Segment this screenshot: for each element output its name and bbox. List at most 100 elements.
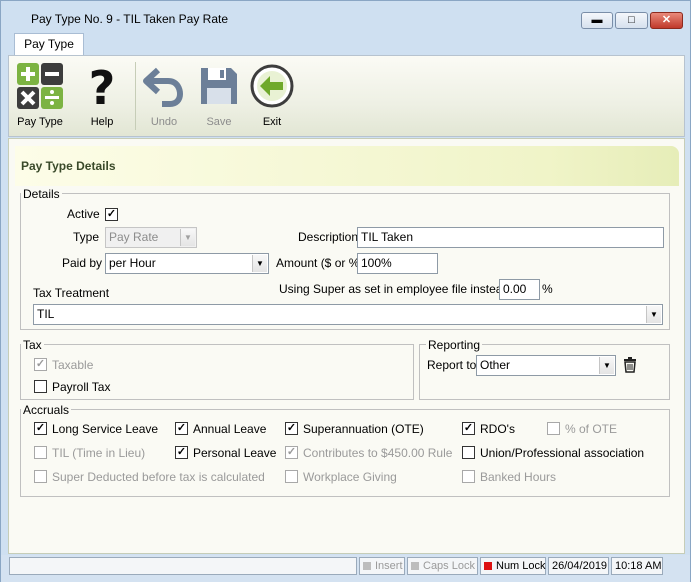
chevron-down-icon: ▼ [180,229,195,246]
maximize-icon: □ [628,14,635,26]
paid-by-value: per Hour [109,256,156,270]
num-lock-label: Num Lock [496,560,546,572]
accrual-checkbox[interactable] [34,446,47,459]
help-button[interactable]: ? Help [72,60,132,134]
accrual-checkbox[interactable]: ✓ [175,422,188,435]
caps-led-icon [411,562,419,570]
payroll-tax-checkbox[interactable] [34,380,47,393]
status-bar: Insert Caps Lock Num Lock 26/04/2019 10:… [1,555,690,582]
paid-by-select[interactable]: per Hour ▼ [105,253,269,274]
undo-button-label: Undo [150,116,178,128]
status-date: 26/04/2019 [548,557,609,575]
taxable-checkbox[interactable]: ✓ [34,358,47,371]
chevron-down-icon: ▼ [252,255,267,272]
tax-treatment-value: TIL [37,307,55,321]
chevron-down-icon: ▼ [646,306,661,323]
insert-label: Insert [375,560,403,572]
num-lock-indicator: Num Lock [480,557,546,575]
undo-button[interactable]: Undo [134,60,194,134]
accrual-label: Banked Hours [480,470,557,484]
accrual-label: Personal Leave [193,446,277,460]
chevron-down-icon: ▼ [599,357,614,374]
pay-type-window: Pay Type No. 9 - TIL Taken Pay Rate ▬ □ … [0,0,691,582]
type-label: Type [73,230,100,244]
super-percent-field[interactable]: 0.00 [499,279,540,300]
ribbon-tabs: Pay Type [8,33,685,56]
accrual-label: Workplace Giving [303,470,397,484]
pay-type-button[interactable]: Pay Type [10,60,70,134]
accruals-legend: Accruals [21,403,72,417]
insert-led-icon [363,562,371,570]
amount-label: Amount ($ or %) [276,256,364,270]
accrual-checkbox[interactable]: ✓ [175,446,188,459]
tax-treatment-label: Tax Treatment [33,286,110,300]
accrual-checkbox[interactable]: ✓ [285,422,298,435]
accrual-checkbox[interactable]: ✓ [462,422,475,435]
accrual-checkbox[interactable]: ✓ [285,446,298,459]
active-checkbox[interactable]: ✓ [105,208,118,221]
close-button[interactable]: ✕ [650,12,683,29]
maximize-button[interactable]: □ [615,12,648,29]
details-legend: Details [21,187,62,201]
question-icon: ? [89,62,116,110]
insert-indicator: Insert [359,557,405,575]
accrual-label: Super Deducted before tax is calculated [52,470,265,484]
accruals-group: Accruals ✓ Long Service Leave ✓ Annual Leav… [20,403,670,497]
minimize-icon: ▬ [591,14,603,26]
save-button-label: Save [206,116,232,128]
description-label: Description [298,230,359,244]
accrual-label: Annual Leave [193,422,267,436]
minimize-button[interactable]: ▬ [581,12,613,29]
svg-text:?: ? [89,62,116,110]
accrual-label: Long Service Leave [52,422,159,436]
num-led-icon [484,562,492,570]
tax-treatment-select[interactable]: TIL ▼ [33,304,663,325]
accrual-checkbox[interactable] [285,470,298,483]
super-label: Using Super as set in employee file inst… [279,282,523,296]
calculator-icon [17,63,63,109]
active-label: Active [67,207,100,221]
save-button[interactable]: Save [189,60,249,134]
save-icon [201,68,237,104]
ribbon-toolbar: Pay Type ? Help Undo Save Exit [8,55,685,137]
trash-icon[interactable] [623,357,637,373]
reporting-legend: Reporting [426,338,483,352]
accrual-label: TIL (Time in Lieu) [52,446,146,460]
help-button-label: Help [90,116,114,128]
type-value: Pay Rate [109,230,159,244]
description-field[interactable]: TIL Taken [357,227,664,248]
accrual-checkbox[interactable] [34,470,47,483]
amount-field[interactable]: 100% [357,253,438,274]
undo-icon [143,67,184,107]
accrual-label: Contributes to $450.00 Rule [303,446,453,460]
accrual-label: Union/Professional association [480,446,645,460]
details-group: Details Active ✓ Type Pay Rate ▼ Descrip… [20,187,670,330]
accrual-checkbox[interactable] [462,470,475,483]
status-message [9,557,357,575]
pay-type-button-label: Pay Type [17,116,63,128]
accrual-checkbox[interactable]: ✓ [34,422,47,435]
super-unit: % [542,282,553,296]
report-to-value: Other [480,358,511,372]
type-select[interactable]: Pay Rate ▼ [105,227,197,248]
reporting-group: Reporting Report to Other ▼ [419,338,670,400]
header-band: Pay Type Details [15,146,679,186]
tax-group: Tax ✓ Taxable Payroll Tax [20,338,414,400]
accrual-label: Superannuation (OTE) [303,422,424,436]
tab-pay-type[interactable]: Pay Type [14,33,84,56]
taxable-label: Taxable [52,358,94,372]
page-title: Pay Type Details [21,159,116,173]
window-title: Pay Type No. 9 - TIL Taken Pay Rate [31,12,228,26]
exit-button[interactable]: Exit [242,60,302,134]
caps-lock-label: Caps Lock [423,560,475,572]
tax-legend: Tax [21,338,44,352]
caps-lock-indicator: Caps Lock [407,557,478,575]
report-to-label: Report to [427,358,477,372]
paid-by-label: Paid by [62,256,103,270]
report-to-select[interactable]: Other ▼ [476,355,616,376]
exit-button-label: Exit [262,116,282,128]
status-time: 10:18 AM [611,557,663,575]
content-panel: Pay Type Details Details Active ✓ Type P… [8,138,685,554]
accrual-checkbox[interactable] [547,422,560,435]
accrual-checkbox[interactable] [462,446,475,459]
